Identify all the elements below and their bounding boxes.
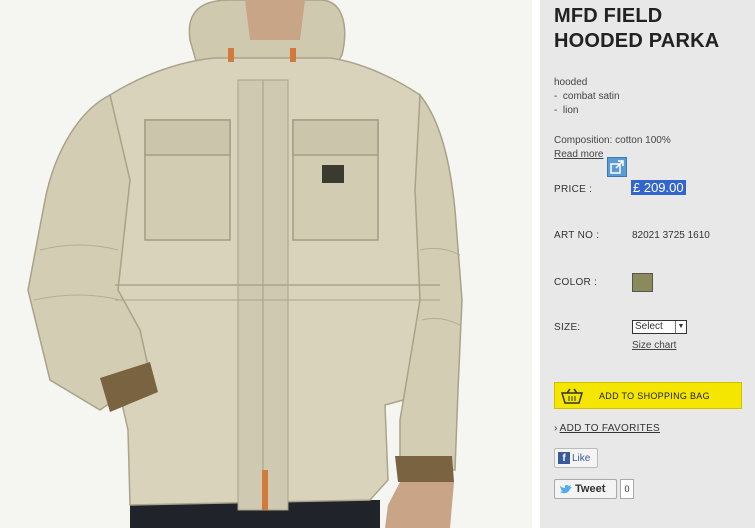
art-no-label: ART NO : [554,230,600,241]
popout-icon[interactable] [607,157,627,177]
parka-illustration [0,0,532,528]
add-to-favorites-label: ADD TO FAVORITES [559,423,661,434]
product-title-line-1: MFD FIELD [554,5,663,27]
art-no-value: 82021 3725 1610 [632,230,710,241]
facebook-like-button[interactable]: f Like [554,448,598,468]
size-chart-link[interactable]: Size chart [632,340,676,351]
twitter-bird-icon [560,484,572,494]
description-line: - combat satin [554,91,620,102]
color-swatch[interactable] [632,273,653,292]
add-to-shopping-bag-button[interactable]: ADD TO SHOPPING BAG [554,382,742,409]
product-info-panel: MFD FIELD HOODED PARKA hooded - combat s… [540,0,755,528]
composition-text: Composition: cotton 100% [554,135,671,146]
size-select-value: Select [635,321,663,332]
facebook-like-label: Like [572,453,591,464]
size-select[interactable]: Select ▼ [632,320,687,334]
tweet-label: Tweet [575,483,606,495]
description-line: hooded [554,77,588,88]
shopping-basket-icon [561,388,583,404]
product-description: hooded - combat satin - lion [554,76,620,118]
add-to-shopping-bag-label: ADD TO SHOPPING BAG [599,391,710,401]
product-image[interactable] [0,0,532,528]
description-line: - lion [554,105,579,116]
chevron-right-icon: › [554,423,558,434]
product-title-line-2: HOODED PARKA [554,30,720,52]
add-to-favorites-link[interactable]: › ADD TO FAVORITES [554,423,660,434]
tweet-count: 0 [620,479,634,499]
color-label: COLOR : [554,277,598,288]
facebook-icon: f [558,452,570,464]
size-label: SIZE: [554,322,581,333]
price-value: £ 209.00 [631,180,686,195]
read-more-link[interactable]: Read more [554,149,603,160]
divider [532,0,540,528]
product-title: MFD FIELD HOODED PARKA [554,4,750,54]
tweet-button[interactable]: Tweet [554,479,617,499]
dropdown-arrow-icon[interactable]: ▼ [675,321,686,333]
price-label: PRICE : [554,184,593,195]
